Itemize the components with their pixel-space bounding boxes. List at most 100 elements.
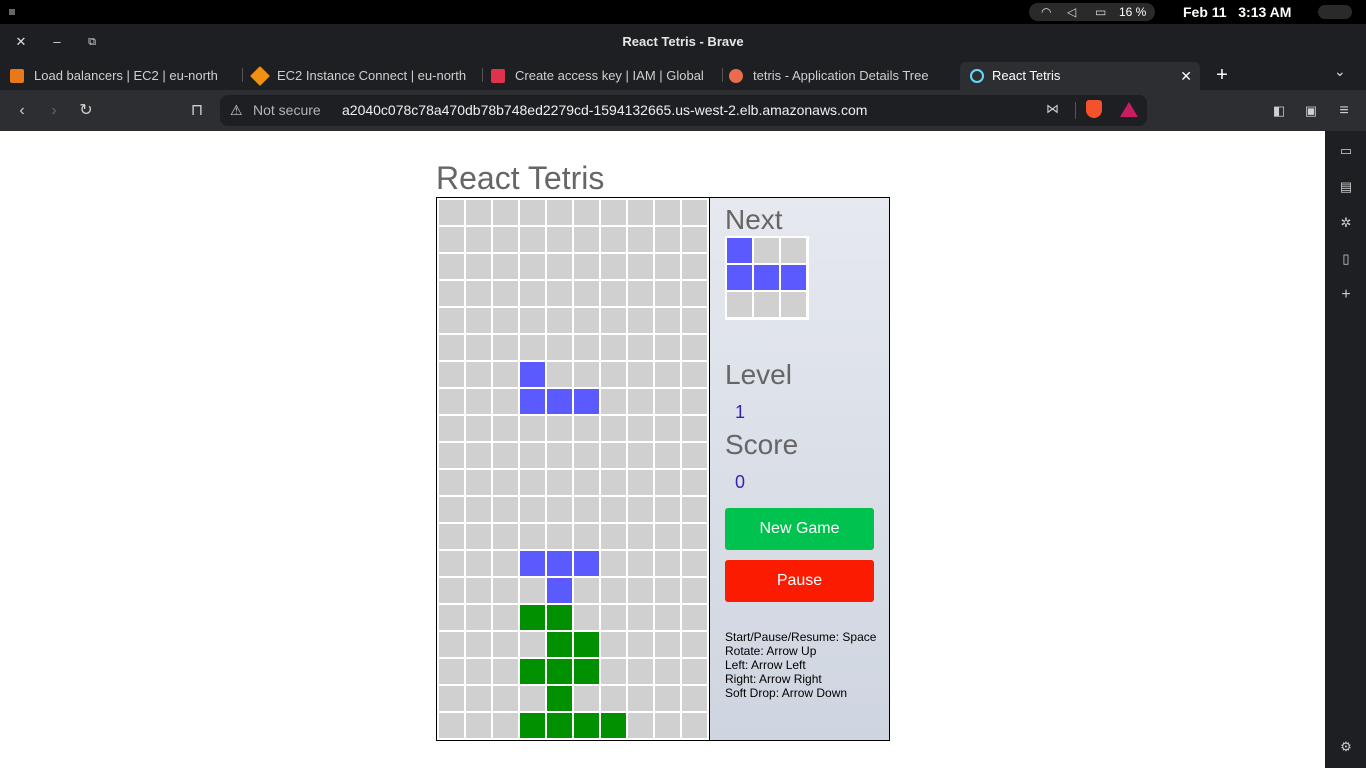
empty-cell [520,524,545,549]
filled-cell [574,632,599,657]
empty-cell [547,254,572,279]
tab-ec2-instance-connect[interactable]: EC2 Instance Connect | eu-north [243,62,480,90]
empty-cell [547,308,572,333]
volume-icon: ◁ [1067,5,1077,19]
empty-cell [520,632,545,657]
empty-cell [466,632,491,657]
empty-cell [601,686,626,711]
leo-icon[interactable]: ✲ [1337,214,1355,232]
system-menu-button[interactable] [1318,5,1352,19]
filled-cell [547,389,572,414]
filled-cell [574,659,599,684]
empty-cell [655,551,680,576]
wallet-icon[interactable]: ▣ [1300,100,1322,122]
back-icon[interactable]: ‹ [11,100,33,122]
pause-button[interactable]: Pause [725,560,874,602]
empty-cell [520,443,545,468]
reading-list-icon[interactable]: ▯ [1337,250,1355,268]
empty-cell [682,551,707,576]
bookmark-icon[interactable]: ⊓ [186,100,208,122]
empty-cell [682,200,707,225]
clock[interactable]: Feb 11 3:13 AM [1183,4,1291,20]
empty-cell [547,227,572,252]
empty-cell [493,524,518,549]
activities-indicator[interactable] [9,9,15,15]
empty-cell [493,335,518,360]
empty-cell [520,497,545,522]
empty-cell [655,254,680,279]
empty-cell [466,200,491,225]
help-line: Right: Arrow Right [725,672,822,686]
empty-cell [655,443,680,468]
empty-cell [439,443,464,468]
empty-cell [493,389,518,414]
empty-cell [655,227,680,252]
help-line: Start/Pause/Resume: Space [725,630,877,644]
add-panel-icon[interactable]: + [1337,286,1355,304]
empty-cell [520,254,545,279]
empty-cell [628,578,653,603]
wallet-icon[interactable]: ▤ [1337,178,1355,196]
new-tab-button[interactable]: + [1212,61,1232,89]
empty-cell [439,686,464,711]
close-tab-icon[interactable]: ✕ [1180,62,1192,90]
share-icon[interactable]: ⋈ [1046,101,1059,117]
empty-cell [682,632,707,657]
empty-cell [601,254,626,279]
filled-cell [547,713,572,738]
filled-cell [601,713,626,738]
sidebar-toggle-icon[interactable]: ◧ [1268,100,1290,122]
reload-icon[interactable]: ↻ [75,100,97,122]
tab-label: tetris - Application Details Tree [753,68,929,83]
empty-cell [601,308,626,333]
empty-cell [493,308,518,333]
tab-react-tetris[interactable]: React Tetris ✕ [960,62,1200,90]
empty-cell [628,227,653,252]
tab-label: EC2 Instance Connect | eu-north [277,68,467,83]
new-game-button[interactable]: New Game [725,508,874,550]
brave-rewards-icon[interactable] [1120,102,1138,117]
empty-cell [574,443,599,468]
empty-cell [574,335,599,360]
next-label: Next [725,204,783,235]
menu-icon[interactable]: ≡ [1333,100,1355,122]
empty-cell [655,659,680,684]
empty-cell [628,686,653,711]
security-status[interactable]: Not secure [253,102,321,118]
empty-cell [439,200,464,225]
empty-cell [466,335,491,360]
empty-cell [493,497,518,522]
empty-cell [574,470,599,495]
empty-cell [682,335,707,360]
empty-cell [547,470,572,495]
empty-cell [520,470,545,495]
url-text[interactable]: a2040c078c78a470db78b748ed2279cd-1594132… [342,102,867,118]
settings-gear-icon[interactable]: ⚙ [1337,738,1355,756]
tab-argocd-tetris[interactable]: tetris - Application Details Tree [719,62,959,90]
empty-cell [574,416,599,441]
brave-shields-icon[interactable] [1086,100,1102,118]
tab-list-chevron-icon[interactable]: ⌄ [1334,63,1346,80]
empty-cell [682,362,707,387]
empty-cell [547,524,572,549]
empty-cell [439,362,464,387]
warning-icon[interactable]: ⚠ [230,102,243,119]
empty-cell [520,335,545,360]
empty-cell [439,389,464,414]
empty-cell [439,308,464,333]
video-icon[interactable]: ▭ [1337,142,1355,160]
clock-time: 3:13 AM [1238,4,1292,20]
score-label: Score [725,429,799,460]
address-bar[interactable]: ⚠ Not secure a2040c078c78a470db78b748ed2… [220,95,1147,126]
tab-create-access-key[interactable]: Create access key | IAM | Global [481,62,721,90]
score-value: 0 [735,472,746,492]
forward-icon[interactable]: › [43,100,65,122]
empty-cell [682,389,707,414]
system-status-pill[interactable]: ◠ ◁ ▭ 16 % [1029,3,1155,21]
tab-load-balancers[interactable]: Load balancers | EC2 | eu-north [0,62,240,90]
empty-cell [466,497,491,522]
next-filled-cell [727,238,752,263]
empty-cell [574,362,599,387]
empty-cell [439,578,464,603]
empty-cell [466,389,491,414]
